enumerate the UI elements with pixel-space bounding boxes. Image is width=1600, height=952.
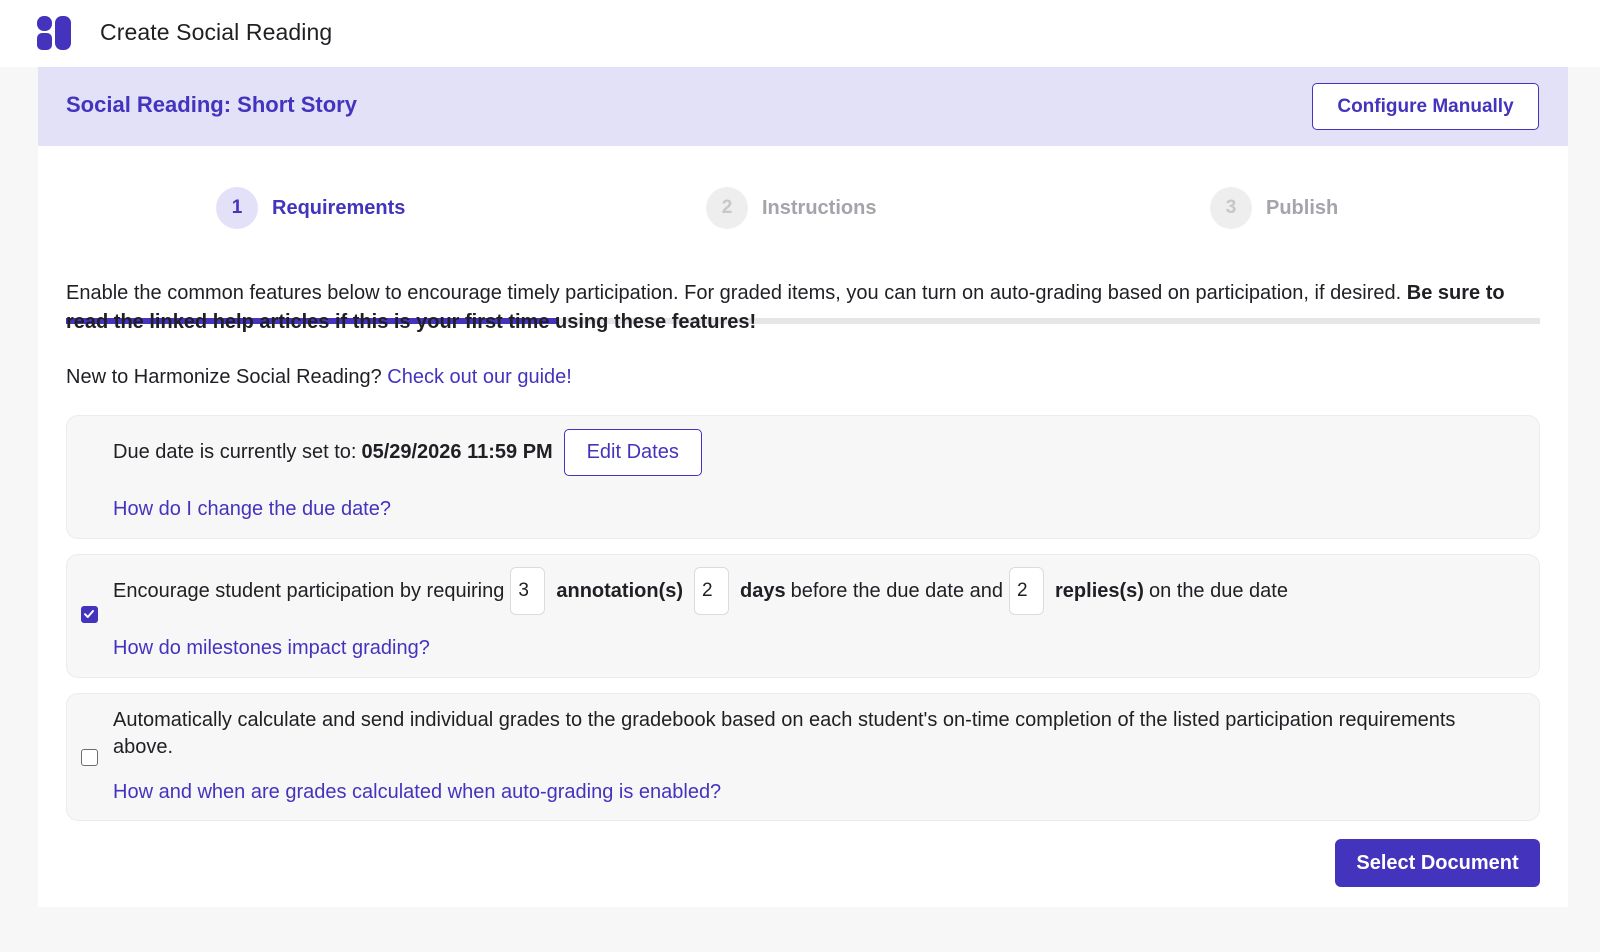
replies-count-input[interactable] [1009, 567, 1045, 615]
days-count-input[interactable] [694, 567, 730, 615]
due-date-help-link[interactable]: How do I change the due date? [113, 498, 391, 521]
due-date-line: Due date is currently set to: 05/29/2026… [113, 429, 702, 476]
milestones-panel: Encourage student participation by requi… [66, 554, 1540, 678]
configure-manually-button[interactable]: Configure Manually [1312, 83, 1539, 130]
guide-prefix: New to Harmonize Social Reading? [66, 366, 382, 388]
step-label: Publish [1266, 196, 1339, 219]
step-instructions[interactable]: 2 Instructions [706, 187, 876, 229]
milestones-line: Encourage student participation by requi… [113, 567, 1288, 615]
harmonize-logo-icon [37, 16, 71, 50]
checkmark-icon [84, 610, 94, 618]
due-date-prefix: Due date is currently set to: [113, 441, 357, 463]
due-date-panel: Due date is currently set to: 05/29/2026… [66, 415, 1540, 539]
auto-grading-help-link[interactable]: How and when are grades calculated when … [113, 781, 721, 804]
auto-grading-text: Automatically calculate and send individ… [113, 709, 1456, 758]
main-card: Social Reading: Short Story Configure Ma… [38, 67, 1568, 907]
app-title: Create Social Reading [100, 19, 333, 45]
days-label: days [740, 579, 786, 602]
activity-title: Social Reading: Short Story [66, 92, 357, 117]
step-number: 1 [216, 187, 258, 229]
step-number: 2 [706, 187, 748, 229]
replies-label: replies(s) [1055, 579, 1144, 602]
milestones-help-link[interactable]: How do milestones impact grading? [113, 637, 430, 660]
milestones-text-1: Encourage student participation by requi… [113, 579, 505, 602]
step-label: Instructions [762, 196, 877, 219]
annotations-count-input[interactable] [510, 567, 546, 615]
step-label: Requirements [272, 196, 406, 219]
select-document-button[interactable]: Select Document [1335, 839, 1540, 887]
due-date-value: 05/29/2026 11:59 PM [361, 441, 553, 463]
activity-banner: Social Reading: Short Story Configure Ma… [38, 67, 1568, 146]
milestones-checkbox[interactable] [81, 606, 98, 623]
edit-dates-button[interactable]: Edit Dates [563, 429, 702, 476]
top-bar: Create Social Reading [0, 0, 1600, 67]
annotations-label: annotation(s) [556, 579, 684, 602]
guide-link[interactable]: Check out our guide! [387, 366, 572, 388]
auto-grading-panel: Automatically calculate and send individ… [66, 693, 1540, 821]
step-publish[interactable]: 3 Publish [1210, 187, 1338, 229]
step-requirements[interactable]: 1 Requirements [216, 187, 405, 229]
milestones-text-3: on the due date [1148, 579, 1288, 602]
intro-paragraph: Enable the common features below to enco… [66, 279, 1540, 337]
auto-grading-checkbox[interactable] [81, 749, 98, 766]
intro-text: Enable the common features below to enco… [66, 282, 1402, 304]
milestones-text-2: before the due date and [790, 579, 1004, 602]
step-number: 3 [1210, 187, 1252, 229]
guide-line: New to Harmonize Social Reading? Check o… [66, 366, 572, 389]
